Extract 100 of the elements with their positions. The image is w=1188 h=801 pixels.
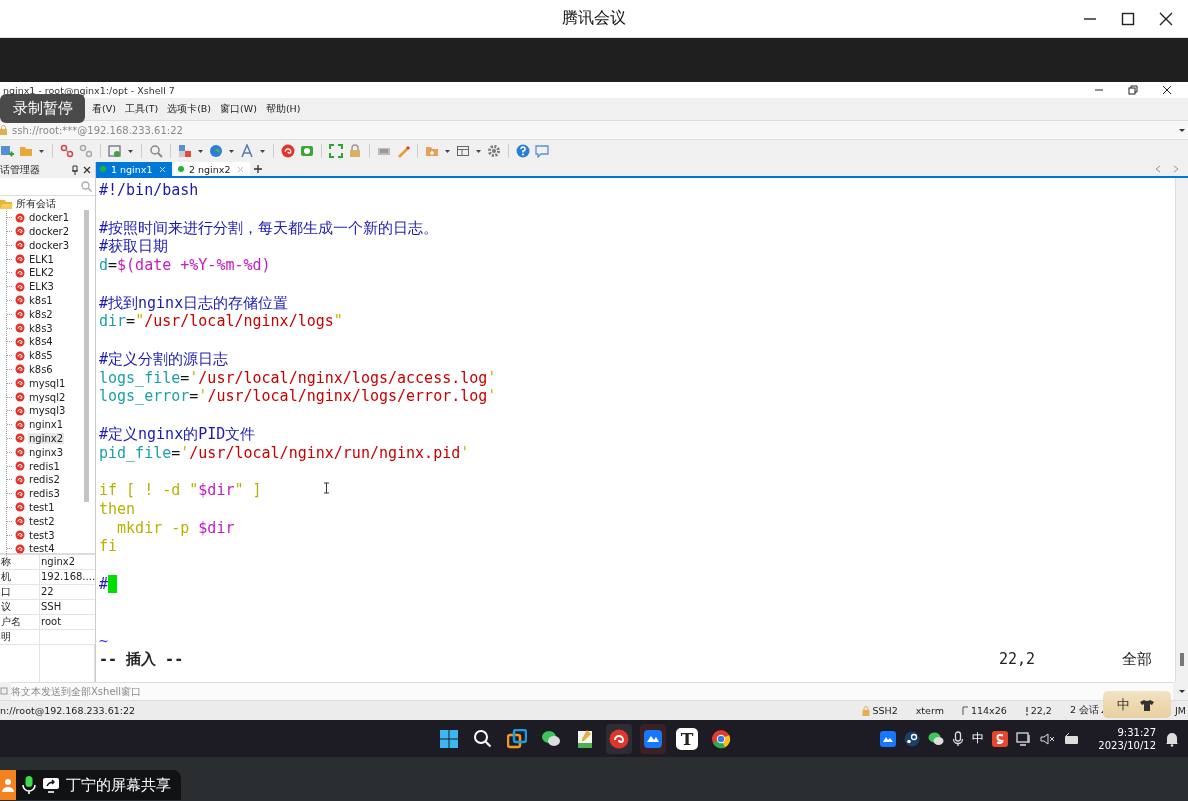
- session-item[interactable]: k8s3: [7, 321, 95, 335]
- cursor-position: 22,2: [999, 650, 1037, 669]
- session-item[interactable]: redis1: [7, 459, 95, 473]
- properties-icon[interactable]: [178, 144, 192, 158]
- property-name: 口: [0, 585, 40, 600]
- session-item[interactable]: test3: [7, 528, 95, 542]
- status-text: 22,2: [1030, 705, 1052, 716]
- session-item[interactable]: k8s6: [7, 362, 95, 377]
- status-text: xterm: [915, 705, 944, 716]
- connect-icon[interactable]: [60, 144, 74, 158]
- sogou-icon[interactable]: [992, 730, 1009, 747]
- session-icon: [15, 543, 25, 554]
- input-method-indicator[interactable]: 中: [972, 730, 985, 747]
- session-icon: [15, 433, 25, 444]
- session-icon: [15, 488, 25, 499]
- globe-icon[interactable]: [209, 144, 223, 158]
- session-icon: [15, 295, 25, 306]
- status-text: 2 会话: [1069, 704, 1099, 717]
- session-item[interactable]: test2: [7, 514, 95, 529]
- chat-icon[interactable]: [535, 144, 549, 158]
- xftp-icon[interactable]: [300, 144, 314, 158]
- session-item[interactable]: mysql3: [7, 403, 95, 418]
- session-item[interactable]: nginx2: [7, 431, 95, 446]
- session-item[interactable]: ELK1: [7, 252, 95, 266]
- session-item[interactable]: nginx3: [7, 445, 95, 460]
- scrollbar[interactable]: [1180, 653, 1184, 666]
- session-icon: [15, 267, 25, 278]
- shirt-icon[interactable]: [1140, 698, 1154, 711]
- microphone-icon[interactable]: [952, 730, 965, 747]
- fullscreen-icon[interactable]: [329, 144, 343, 158]
- steam-icon[interactable]: [904, 730, 921, 747]
- mouse-cursor-icon: [323, 482, 330, 494]
- maximize-icon[interactable]: [1120, 10, 1136, 27]
- close-icon[interactable]: [1158, 10, 1174, 27]
- session-icon: [15, 530, 25, 540]
- new-session-icon[interactable]: [0, 144, 14, 158]
- search-icon[interactable]: [473, 728, 493, 749]
- session-item[interactable]: docker2: [7, 224, 95, 239]
- close-icon[interactable]: [1162, 85, 1172, 95]
- help-icon[interactable]: [516, 144, 530, 158]
- app-icon[interactable]: [507, 728, 527, 749]
- property-name: 机: [0, 570, 40, 585]
- display-icon[interactable]: [1016, 730, 1033, 747]
- browser-icon[interactable]: [711, 728, 731, 749]
- session-item[interactable]: mysql1: [7, 376, 95, 391]
- session-icon: [15, 392, 25, 403]
- session-icon: [15, 336, 25, 347]
- menu-item[interactable]: 看(V): [92, 102, 116, 116]
- session-icon: [15, 474, 25, 485]
- session-folder[interactable]: 所有会话: [0, 197, 95, 211]
- session-item[interactable]: test4: [7, 541, 95, 556]
- muted-speaker-icon[interactable]: [1040, 730, 1057, 747]
- session-item[interactable]: mysql2: [7, 390, 95, 404]
- close-icon[interactable]: [83, 166, 91, 174]
- chat-app-icon[interactable]: [928, 730, 945, 747]
- code-line: pid_file='/usr/local/nginx/run/nginx.pid': [99, 443, 470, 463]
- xshell-icon[interactable]: [609, 728, 629, 749]
- menu-item[interactable]: 窗口(W): [220, 102, 257, 116]
- code-line: logs_file='/usr/local/nginx/logs/access.log': [99, 368, 497, 388]
- pin-icon[interactable]: [71, 165, 79, 175]
- settings-icon[interactable]: [487, 144, 501, 158]
- session-item[interactable]: ELK3: [7, 279, 95, 294]
- microphone-icon[interactable]: [22, 775, 36, 795]
- session-item[interactable]: docker3: [7, 238, 95, 253]
- window-title: nginx1 - root@nginx1:/opt - Xshell 7: [3, 84, 175, 96]
- session-icon: [15, 240, 25, 251]
- screen-share-icon[interactable]: [42, 777, 60, 793]
- notification-icon[interactable]: [1164, 730, 1180, 747]
- session-tab[interactable]: 1 nginx1: [96, 162, 172, 176]
- property-value: 192.168....: [40, 570, 95, 585]
- layout-icon[interactable]: [456, 144, 470, 158]
- session-item[interactable]: redis2: [7, 472, 95, 487]
- session-tab[interactable]: 2 nginx2: [174, 162, 250, 176]
- meeting-app-icon[interactable]: [643, 728, 663, 749]
- chat-app-icon[interactable]: [541, 728, 561, 749]
- lock-icon: [0, 125, 8, 135]
- menu-item[interactable]: 选项卡(B): [167, 102, 212, 116]
- notepad-icon[interactable]: [575, 728, 595, 749]
- session-item[interactable]: k8s4: [7, 334, 95, 349]
- session-item[interactable]: nginx1: [7, 417, 95, 432]
- windows-icon[interactable]: [439, 728, 459, 749]
- scrollbar[interactable]: [84, 210, 89, 502]
- menu-item[interactable]: 帮助(H): [265, 102, 301, 116]
- session-item[interactable]: k8s1: [7, 293, 95, 308]
- add-tab-icon[interactable]: [252, 163, 264, 175]
- restore-icon[interactable]: [1128, 85, 1138, 95]
- clock[interactable]: 9:31:27 2023/10/12: [1098, 725, 1156, 752]
- text-app-icon[interactable]: T: [676, 727, 698, 750]
- session-item[interactable]: redis3: [7, 486, 95, 501]
- session-item[interactable]: k8s2: [7, 307, 95, 322]
- menu-item[interactable]: 工具(T): [124, 102, 159, 116]
- address-text: ssh://root:***@192.168.233.61:22: [12, 124, 183, 136]
- session-item[interactable]: test1: [7, 500, 95, 515]
- date-text: 2023/10/12: [1098, 738, 1156, 752]
- session-item[interactable]: k8s5: [7, 348, 95, 363]
- meeting-app-icon[interactable]: [880, 730, 897, 747]
- session-item[interactable]: docker1: [7, 210, 95, 225]
- session-item[interactable]: ELK2: [7, 266, 95, 280]
- session-icon: [15, 447, 25, 458]
- pen-icon[interactable]: [396, 144, 410, 158]
